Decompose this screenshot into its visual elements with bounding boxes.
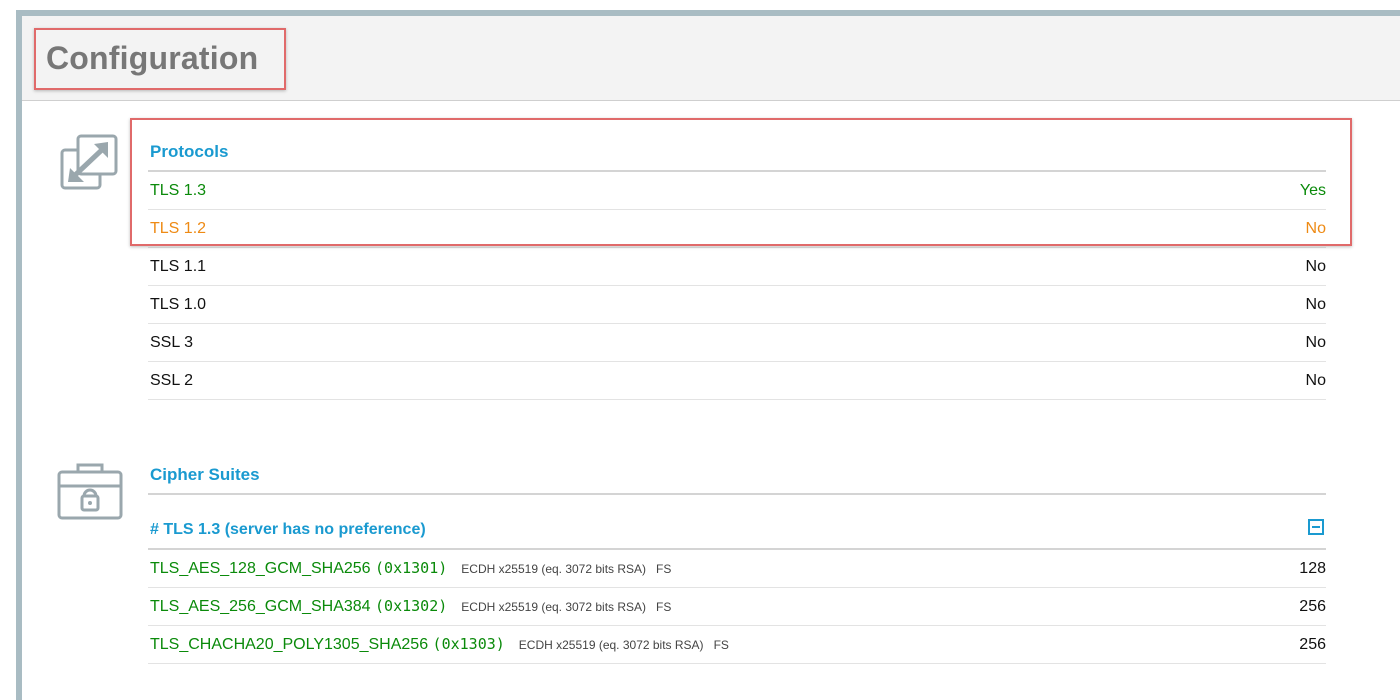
protocol-row: TLS 1.2 No: [148, 210, 1326, 248]
protocol-row: TLS 1.3 Yes: [148, 172, 1326, 210]
protocol-value: No: [1305, 372, 1326, 389]
cipher-suite-row: TLS_AES_256_GCM_SHA384 (0x1302) ECDH x255…: [148, 588, 1326, 626]
protocol-value: No: [1305, 296, 1326, 313]
cipher-suite-info: TLS_CHACHA20_POLY1305_SHA256 (0x1303) ECD…: [150, 626, 729, 663]
lock-briefcase-icon: [57, 463, 123, 520]
cipher-suites-list: TLS_AES_128_GCM_SHA256 (0x1301) ECDH x255…: [148, 550, 1326, 664]
protocol-name: TLS 1.2: [150, 220, 207, 237]
cipher-suite-fs: FS: [713, 638, 729, 652]
protocol-name: TLS 1.0: [150, 296, 207, 313]
cipher-suites-title: Cipher Suites: [148, 457, 1326, 495]
cipher-suite-row: TLS_CHACHA20_POLY1305_SHA256 (0x1303) ECD…: [148, 626, 1326, 664]
cipher-suite-details: ECDH x25519 (eq. 3072 bits RSA): [461, 600, 647, 614]
protocol-value: No: [1305, 258, 1326, 275]
cipher-suite-code: (0x1303): [432, 635, 505, 653]
page-title: Configuration: [46, 40, 259, 76]
cipher-suites-section: Cipher Suites # TLS 1.3 (server has no p…: [148, 457, 1326, 664]
protocol-value: Yes: [1299, 182, 1326, 199]
protocols-section: Protocols TLS 1.3 Yes TLS 1.2 No TLS 1.1 No TL…: [148, 134, 1326, 400]
protocols-title: Protocols: [148, 134, 1326, 172]
cipher-suite-bits: 256: [1299, 598, 1326, 615]
cipher-suite-details: ECDH x25519 (eq. 3072 bits RSA): [518, 638, 704, 652]
cipher-suite-row: TLS_AES_128_GCM_SHA256 (0x1301) ECDH x255…: [148, 550, 1326, 588]
protocol-value: No: [1305, 220, 1326, 237]
protocol-name: TLS 1.3: [150, 182, 207, 199]
protocol-row: TLS 1.0 No: [148, 286, 1326, 324]
cipher-suite-details: ECDH x25519 (eq. 3072 bits RSA): [461, 562, 647, 576]
protocol-name: TLS 1.1: [150, 258, 207, 275]
cipher-suite-name: TLS_AES_256_GCM_SHA384: [150, 598, 371, 615]
protocol-row: TLS 1.1 No: [148, 248, 1326, 286]
cipher-suite-bits: 128: [1299, 560, 1326, 577]
cipher-suite-info: TLS_AES_256_GCM_SHA384 (0x1302) ECDH x255…: [150, 588, 671, 625]
protocol-value: No: [1305, 334, 1326, 351]
protocol-name: SSL 3: [150, 334, 193, 351]
cipher-suite-code: (0x1301): [375, 559, 448, 577]
cipher-suite-code: (0x1302): [375, 597, 448, 615]
protocol-row: SSL 2 No: [148, 362, 1326, 400]
resize-arrows-icon: [60, 134, 118, 190]
cipher-suite-name: TLS_CHACHA20_POLY1305_SHA256: [150, 636, 429, 653]
collapse-minus-icon[interactable]: [1308, 518, 1324, 535]
cipher-suite-bits: 256: [1299, 636, 1326, 653]
cipher-suite-fs: FS: [656, 562, 672, 576]
tls13-group-header: # TLS 1.3 (server has no preference): [148, 511, 1326, 550]
tls13-group-title: # TLS 1.3 (server has no preference): [150, 521, 426, 538]
page-frame: Configuration Protocols TLS 1.3 Yes TLS 1.…: [16, 10, 1400, 700]
content-panel: Configuration Protocols TLS 1.3 Yes TLS 1.…: [22, 16, 1400, 700]
header-bar: Configuration: [22, 16, 1400, 101]
cipher-suite-info: TLS_AES_128_GCM_SHA256 (0x1301) ECDH x255…: [150, 550, 671, 587]
cipher-suite-fs: FS: [656, 600, 672, 614]
protocols-list: TLS 1.3 Yes TLS 1.2 No TLS 1.1 No TLS 1.0 No SSL…: [148, 172, 1326, 400]
protocol-row: SSL 3 No: [148, 324, 1326, 362]
protocol-name: SSL 2: [150, 372, 193, 389]
cipher-suite-name: TLS_AES_128_GCM_SHA256: [150, 560, 371, 577]
